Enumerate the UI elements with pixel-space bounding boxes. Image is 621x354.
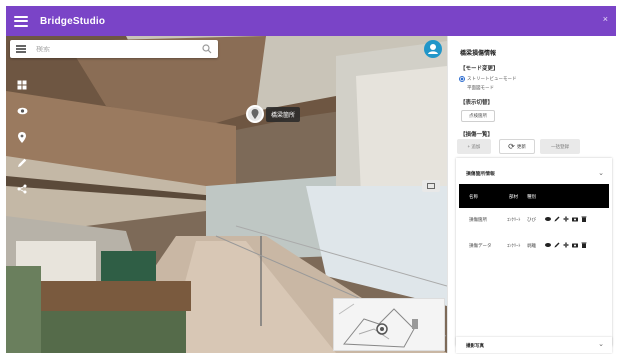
- info-panel: 橋梁損傷情報 【モード変更】 ストリートビューモード 平面図モード 【表示切替】…: [447, 36, 616, 353]
- expand-icon: [427, 183, 435, 189]
- tab-bulk[interactable]: 一括登録: [540, 139, 580, 154]
- section-mode: 【モード変更】: [460, 66, 499, 72]
- eye-icon[interactable]: [15, 104, 29, 118]
- trash-icon[interactable]: [581, 216, 587, 222]
- search-bar[interactable]: [10, 40, 218, 58]
- row-type: 剥離: [527, 243, 536, 248]
- section-list: 【損傷一覧】: [460, 132, 494, 138]
- radio-street-view[interactable]: ストリートビューモード: [459, 76, 517, 82]
- chevron-down-icon[interactable]: ⌄: [598, 169, 604, 177]
- app-title: BridgeStudio: [40, 15, 106, 27]
- row-type: ひび: [527, 217, 536, 222]
- refresh-icon: ⟳: [508, 142, 515, 151]
- row-name: 損傷箇所: [469, 217, 487, 222]
- app-header: BridgeStudio ×: [6, 6, 616, 36]
- viewer-toolbar: [15, 78, 29, 208]
- menu-icon[interactable]: [14, 15, 28, 27]
- chevron-down-icon[interactable]: ⌄: [598, 340, 604, 348]
- minimap[interactable]: [333, 298, 445, 351]
- radio-on-icon: [459, 76, 465, 82]
- photo-section[interactable]: 撮影写真 ⌄: [456, 337, 612, 353]
- radio-label: 平面図モード: [467, 85, 494, 90]
- avatar[interactable]: [424, 40, 442, 58]
- list-tabs: + 追加 ⟳ 更新 一括登録: [457, 139, 580, 154]
- row-member: ｺﾝｸﾘｰﾄ: [507, 243, 521, 248]
- camera-icon[interactable]: [572, 242, 578, 248]
- pen-icon[interactable]: [554, 242, 560, 248]
- share-icon[interactable]: [15, 182, 29, 196]
- eye-icon[interactable]: [545, 242, 551, 248]
- layers-icon[interactable]: [15, 78, 29, 92]
- row-name: 損傷データ: [469, 243, 492, 248]
- tab-add[interactable]: + 追加: [457, 139, 491, 154]
- damage-list-card: 損傷箇所情報 ⌄ 名称 部材 種別 損傷箇所 ｺﾝｸﾘｰﾄ ひび 損傷データ ｺ…: [456, 158, 612, 346]
- radio-label: ストリートビューモード: [467, 76, 517, 81]
- menu-icon[interactable]: [16, 45, 26, 53]
- trash-icon[interactable]: [581, 242, 587, 248]
- radio-plan-view[interactable]: 平面図モード: [459, 85, 494, 91]
- floor-plan-image: [334, 299, 444, 350]
- eye-icon[interactable]: [545, 216, 551, 222]
- camera-icon[interactable]: [572, 216, 578, 222]
- search-input[interactable]: [36, 45, 186, 53]
- marker-label: 橋梁箇所: [266, 106, 301, 122]
- close-icon[interactable]: ×: [603, 14, 608, 24]
- column-header: 部材: [509, 194, 518, 199]
- move-icon[interactable]: [563, 242, 569, 248]
- move-icon[interactable]: [563, 216, 569, 222]
- table-header: 名称 部材 種別: [459, 184, 609, 208]
- expand-button[interactable]: [422, 180, 440, 192]
- card-title: 損傷箇所情報: [466, 172, 495, 177]
- damage-marker[interactable]: 橋梁箇所: [246, 105, 301, 123]
- panorama-viewer[interactable]: 橋梁箇所: [6, 36, 447, 353]
- pen-icon[interactable]: [554, 216, 560, 222]
- photo-section-label: 撮影写真: [466, 343, 484, 348]
- panel-title: 橋梁損傷情報: [460, 51, 497, 57]
- tab-refresh-label: 更新: [516, 143, 526, 149]
- column-header: 種別: [527, 194, 536, 199]
- tab-refresh[interactable]: ⟳ 更新: [499, 139, 535, 154]
- pen-icon[interactable]: [15, 156, 29, 170]
- table-row[interactable]: 損傷データ ｺﾝｸﾘｰﾄ 剥離: [459, 240, 609, 252]
- section-display: 【表示切替】: [460, 100, 494, 106]
- display-chip[interactable]: 点検箇所: [461, 110, 495, 122]
- search-icon[interactable]: [202, 44, 212, 54]
- location-pin-icon[interactable]: [15, 130, 29, 144]
- user-icon: [428, 44, 438, 54]
- row-member: ｺﾝｸﾘｰﾄ: [507, 217, 521, 222]
- pin-icon: [246, 105, 264, 123]
- column-header: 名称: [469, 194, 478, 199]
- table-row[interactable]: 損傷箇所 ｺﾝｸﾘｰﾄ ひび: [459, 214, 609, 226]
